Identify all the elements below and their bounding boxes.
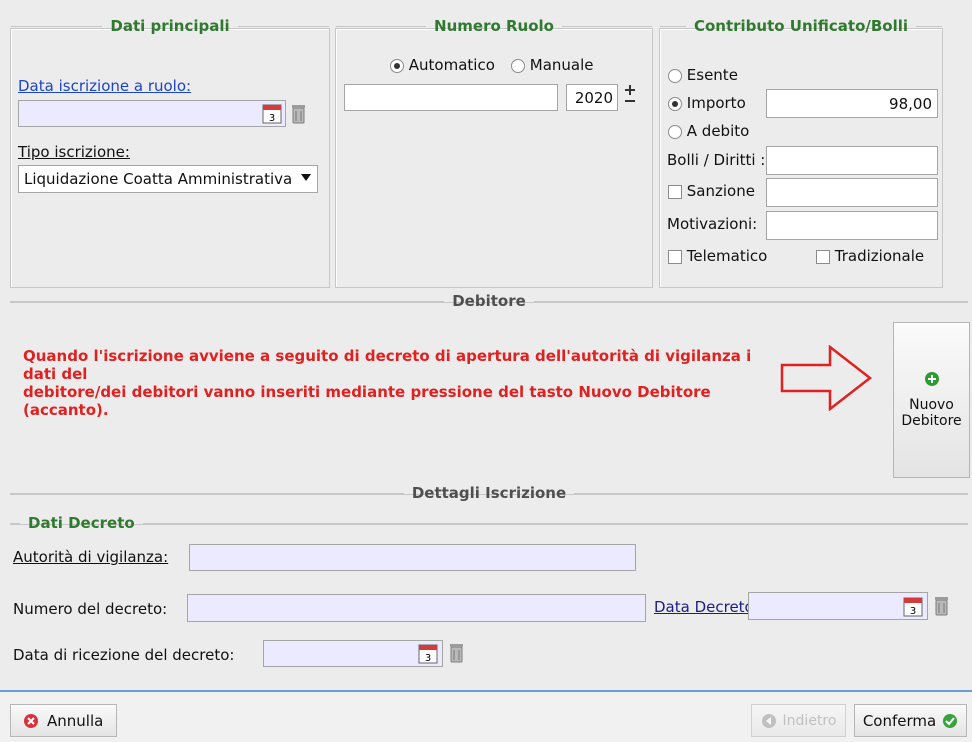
radio-automatico-indicator[interactable] [390,58,404,73]
radio-manuale-indicator[interactable] [511,58,525,73]
calendar-icon[interactable]: 3 [418,642,438,664]
numero-decreto-label: Numero del decreto: [13,600,168,618]
sanzione-label: Sanzione [686,182,755,200]
cancel-icon [24,713,38,728]
data-ricezione-input[interactable] [263,640,443,667]
motivazioni-label: Motivazioni: [667,215,758,233]
arrow-right-icon [780,345,872,411]
data-iscrizione-label[interactable]: Data iscrizione a ruolo: [18,77,191,95]
tipo-iscrizione-value: Liquidazione Coatta Amministrativa [24,170,293,188]
calendar-icon[interactable]: 3 [262,102,282,124]
data-ricezione-label: Data di ricezione del decreto: [13,646,235,664]
anno-ruolo-input[interactable]: 2020 [566,84,618,111]
dati-principali-title: Dati principali [110,17,230,35]
dati-decreto-title: Dati Decreto [28,514,135,532]
tradizionale-checkbox-box[interactable] [816,249,830,264]
trash-icon[interactable] [291,104,306,124]
tipo-iscrizione-label: Tipo iscrizione: [18,143,130,161]
importo-value: 98,00 [889,95,932,113]
radio-importo-label: Importo [686,94,746,112]
radio-a-debito[interactable]: A debito [668,122,749,140]
numero-ruolo-input[interactable] [344,84,558,111]
telematico-label: Telematico [686,247,768,265]
nuovo-debitore-line1: Nuovo [909,397,954,413]
annulla-label: Annulla [47,711,104,730]
radio-automatico-label: Automatico [408,56,495,74]
importo-input[interactable]: 98,00 [766,89,938,118]
radio-importo[interactable]: Importo [668,94,746,112]
debitore-message-line2: debitore/dei debitori vanno inseriti med… [23,383,711,419]
svg-text:3: 3 [425,653,431,664]
debitore-message: Quando l'iscrizione avviene a seguito di… [23,347,783,419]
tipo-iscrizione-select[interactable]: Liquidazione Coatta Amministrativa [18,165,318,193]
trash-icon[interactable] [449,643,464,663]
plus-minus-icon[interactable] [623,85,637,105]
nuovo-debitore-button[interactable]: Nuovo Debitore [893,322,970,478]
debitore-title: Debitore [452,292,526,310]
radio-importo-indicator[interactable] [668,96,682,111]
autorita-input[interactable] [189,544,636,571]
radio-manuale-label: Manuale [529,56,594,74]
data-decreto-input[interactable] [748,592,928,620]
radio-manuale[interactable]: Manuale [511,56,594,74]
dettagli-title: Dettagli Iscrizione [411,484,567,502]
indietro-label: Indietro [782,712,837,729]
calendar-icon[interactable]: 3 [903,595,923,617]
radio-esente-indicator[interactable] [668,68,682,83]
bolli-input[interactable] [766,146,938,175]
add-circle-icon [924,372,939,386]
telematico-checkbox-box[interactable] [668,249,682,264]
debitore-message-line1: Quando l'iscrizione avviene a seguito di… [23,347,752,383]
indietro-button[interactable]: Indietro [751,704,846,737]
sanzione-checkbox[interactable]: Sanzione [668,182,755,200]
anno-ruolo-value: 2020 [574,89,613,107]
svg-text:3: 3 [269,113,275,124]
conferma-label: Conferma [862,711,937,730]
numero-decreto-input[interactable] [187,594,646,622]
bolli-label: Bolli / Diritti : [667,151,766,169]
motivazioni-input[interactable] [766,211,938,240]
svg-text:3: 3 [910,606,916,617]
data-iscrizione-input[interactable] [18,100,286,127]
sanzione-checkbox-box[interactable] [668,184,682,199]
sanzione-input[interactable] [766,178,938,207]
radio-a-debito-indicator[interactable] [668,124,682,139]
conferma-button[interactable]: Conferma [854,704,967,737]
radio-a-debito-label: A debito [686,122,750,140]
nuovo-debitore-line2: Debitore [901,413,962,429]
data-decreto-label[interactable]: Data Decreto: [654,598,759,616]
annulla-button[interactable]: Annulla [10,704,117,737]
autorita-label: Autorità di vigilanza: [13,548,169,566]
radio-esente-label: Esente [686,66,738,84]
trash-icon[interactable] [934,596,949,616]
back-icon [761,713,776,728]
tradizionale-checkbox[interactable]: Tradizionale [816,247,924,265]
contributo-title: Contributo Unificato/Bolli [693,17,909,35]
numero-ruolo-title: Numero Ruolo [434,17,554,35]
check-circle-icon [943,713,958,728]
radio-esente[interactable]: Esente [668,66,738,84]
telematico-checkbox[interactable]: Telematico [668,247,767,265]
chevron-down-icon[interactable] [301,174,311,181]
tradizionale-label: Tradizionale [834,247,925,265]
radio-automatico[interactable]: Automatico [390,56,495,74]
